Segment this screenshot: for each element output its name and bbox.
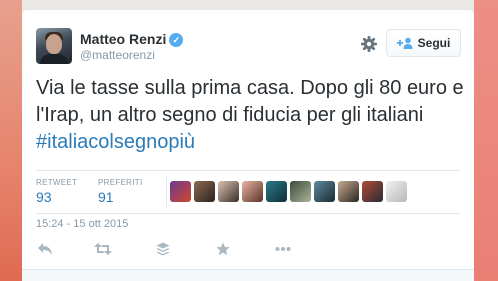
tweet-body: Via le tasse sulla prima casa. Dopo gli … <box>36 77 464 126</box>
likes-count[interactable]: 91 <box>98 189 142 205</box>
follow-button[interactable]: Segui <box>386 29 461 57</box>
retweet-label: RETWEET <box>36 178 78 187</box>
card-footer-band <box>22 269 474 281</box>
background-left <box>0 0 22 281</box>
retweet-button[interactable] <box>94 240 112 258</box>
reply-button[interactable] <box>36 240 54 258</box>
verified-icon: ✓ <box>169 33 184 47</box>
retweet-stat[interactable]: RETWEET 93 <box>36 178 77 205</box>
tweet-timestamp[interactable]: 15:24 - 15 ott 2015 <box>36 218 128 230</box>
more-icon <box>275 247 291 251</box>
buffer-icon <box>156 242 170 256</box>
background-right <box>474 0 498 281</box>
tweet-text: Via le tasse sulla prima casa. Dopo gli … <box>36 75 466 156</box>
reply-icon <box>38 243 52 255</box>
favorite-button[interactable] <box>214 240 232 258</box>
author-handle[interactable]: @matteorenzi <box>80 48 155 62</box>
liker-avatar[interactable] <box>314 181 335 202</box>
retweet-count[interactable]: 93 <box>36 189 77 205</box>
liker-avatar[interactable] <box>338 181 359 202</box>
tweet-stats: RETWEET 93 PREFERITI 91 <box>36 170 460 214</box>
more-button[interactable] <box>274 240 292 258</box>
tweet-card: Matteo Renzi ✓ @matteorenzi Segui Via le … <box>22 10 474 281</box>
liker-avatar[interactable] <box>242 181 263 202</box>
star-icon <box>216 242 230 256</box>
liker-avatar[interactable] <box>266 181 287 202</box>
avatar[interactable] <box>36 28 72 64</box>
likes-stat[interactable]: PREFERITI 91 <box>98 178 142 205</box>
stats-divider <box>166 177 167 207</box>
liker-avatar[interactable] <box>170 181 191 202</box>
add-user-icon <box>396 37 413 49</box>
tweet-actions <box>36 240 336 260</box>
liker-avatars <box>170 181 407 202</box>
retweet-icon <box>94 243 112 255</box>
gear-icon[interactable] <box>357 32 381 56</box>
liker-avatar[interactable] <box>362 181 383 202</box>
liker-avatar[interactable] <box>290 181 311 202</box>
liker-avatar[interactable] <box>218 181 239 202</box>
author-name[interactable]: Matteo Renzi ✓ <box>80 31 184 47</box>
liker-avatar[interactable] <box>386 181 407 202</box>
hashtag-link[interactable]: #italiacolsegnopiù <box>36 131 195 153</box>
follow-label: Segui <box>417 36 451 50</box>
buffer-button[interactable] <box>154 240 172 258</box>
likes-label: PREFERITI <box>98 178 143 187</box>
liker-avatar[interactable] <box>194 181 215 202</box>
author-name-text[interactable]: Matteo Renzi <box>80 31 166 47</box>
